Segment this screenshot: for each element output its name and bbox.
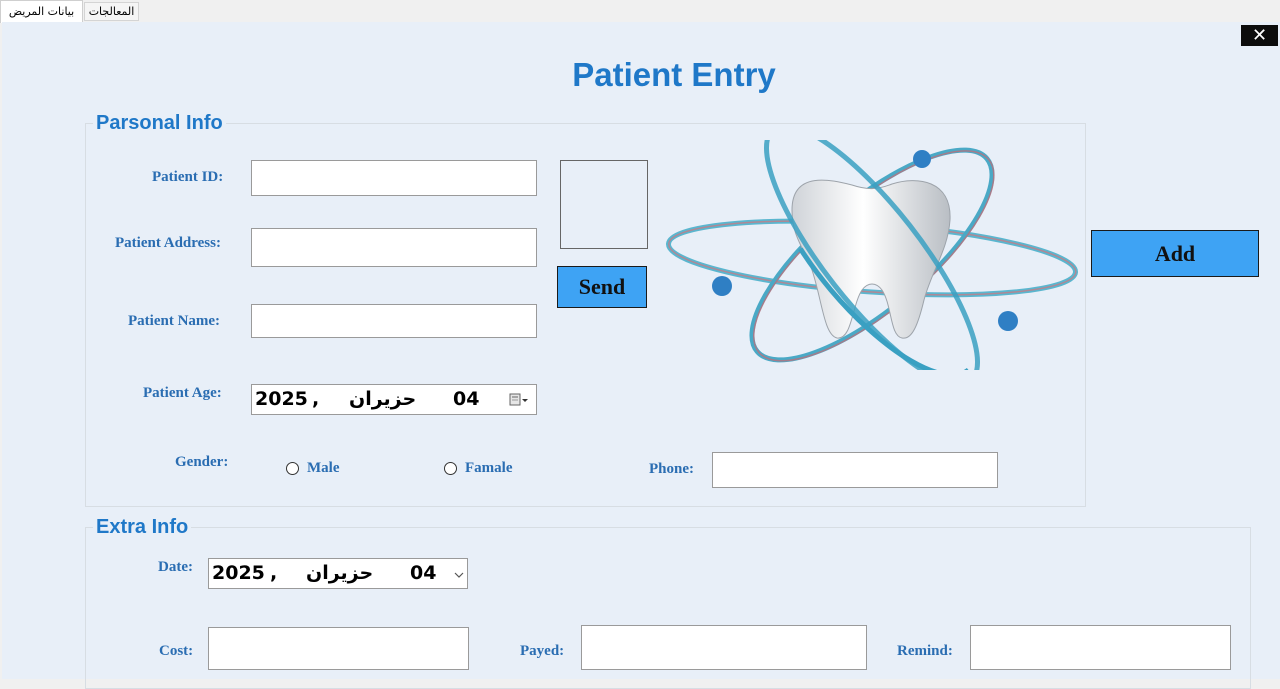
tab-patient-data[interactable]: بيانات المريض (0, 0, 83, 23)
date-month: حزيران (306, 562, 374, 584)
photo-box (560, 160, 648, 249)
add-button[interactable]: Add (1091, 230, 1259, 277)
male-label[interactable]: Male (307, 460, 339, 477)
gender-label: Gender: (175, 454, 229, 470)
patient-age-picker[interactable]: 2025 , حزيران 04 (251, 384, 537, 415)
patient-address-field[interactable] (251, 228, 537, 267)
age-comma: , (312, 388, 320, 410)
date-comma: , (270, 562, 278, 584)
tooth-atom-logo (665, 140, 1079, 370)
patient-address-label: Patient Address: (115, 235, 221, 251)
date-label: Date: (158, 559, 193, 575)
age-month: حزيران (349, 388, 417, 410)
patient-id-field[interactable] (251, 160, 537, 196)
date-picker[interactable]: 2025 , حزيران 04 (208, 558, 468, 589)
age-year: 2025 (255, 388, 308, 410)
patient-age-label: Patient Age: (143, 385, 222, 401)
close-icon: ✕ (1251, 25, 1268, 46)
extra-info-title: Extra Info (93, 516, 192, 539)
chevron-down-icon[interactable] (453, 570, 465, 580)
age-day: 04 (453, 388, 480, 410)
page-title: Patient Entry (572, 56, 776, 93)
date-day: 04 (410, 562, 437, 584)
female-label[interactable]: Famale (465, 460, 512, 477)
date-year: 2025 (212, 562, 265, 584)
remind-label: Remind: (897, 643, 953, 659)
patient-name-label: Patient Name: (128, 313, 221, 329)
patient-name-field[interactable] (251, 304, 537, 338)
female-radio[interactable] (444, 462, 457, 475)
phone-field[interactable] (712, 452, 998, 488)
send-button[interactable]: Send (557, 266, 647, 308)
phone-label: Phone: (649, 461, 694, 477)
calendar-icon[interactable] (509, 393, 529, 407)
patient-id-label: Patient ID: (152, 169, 224, 185)
personal-info-title: Parsonal Info (93, 112, 226, 135)
tab-treatments[interactable]: المعالجات (84, 2, 139, 21)
cost-field[interactable] (208, 627, 469, 670)
male-radio[interactable] (286, 462, 299, 475)
payed-field[interactable] (581, 625, 867, 670)
cost-label: Cost: (159, 643, 194, 659)
payed-label: Payed: (520, 643, 565, 659)
tab-strip: المعالجات بيانات المريض (0, 0, 1280, 23)
remind-field[interactable] (970, 625, 1231, 670)
close-button[interactable]: ✕ (1241, 25, 1278, 46)
